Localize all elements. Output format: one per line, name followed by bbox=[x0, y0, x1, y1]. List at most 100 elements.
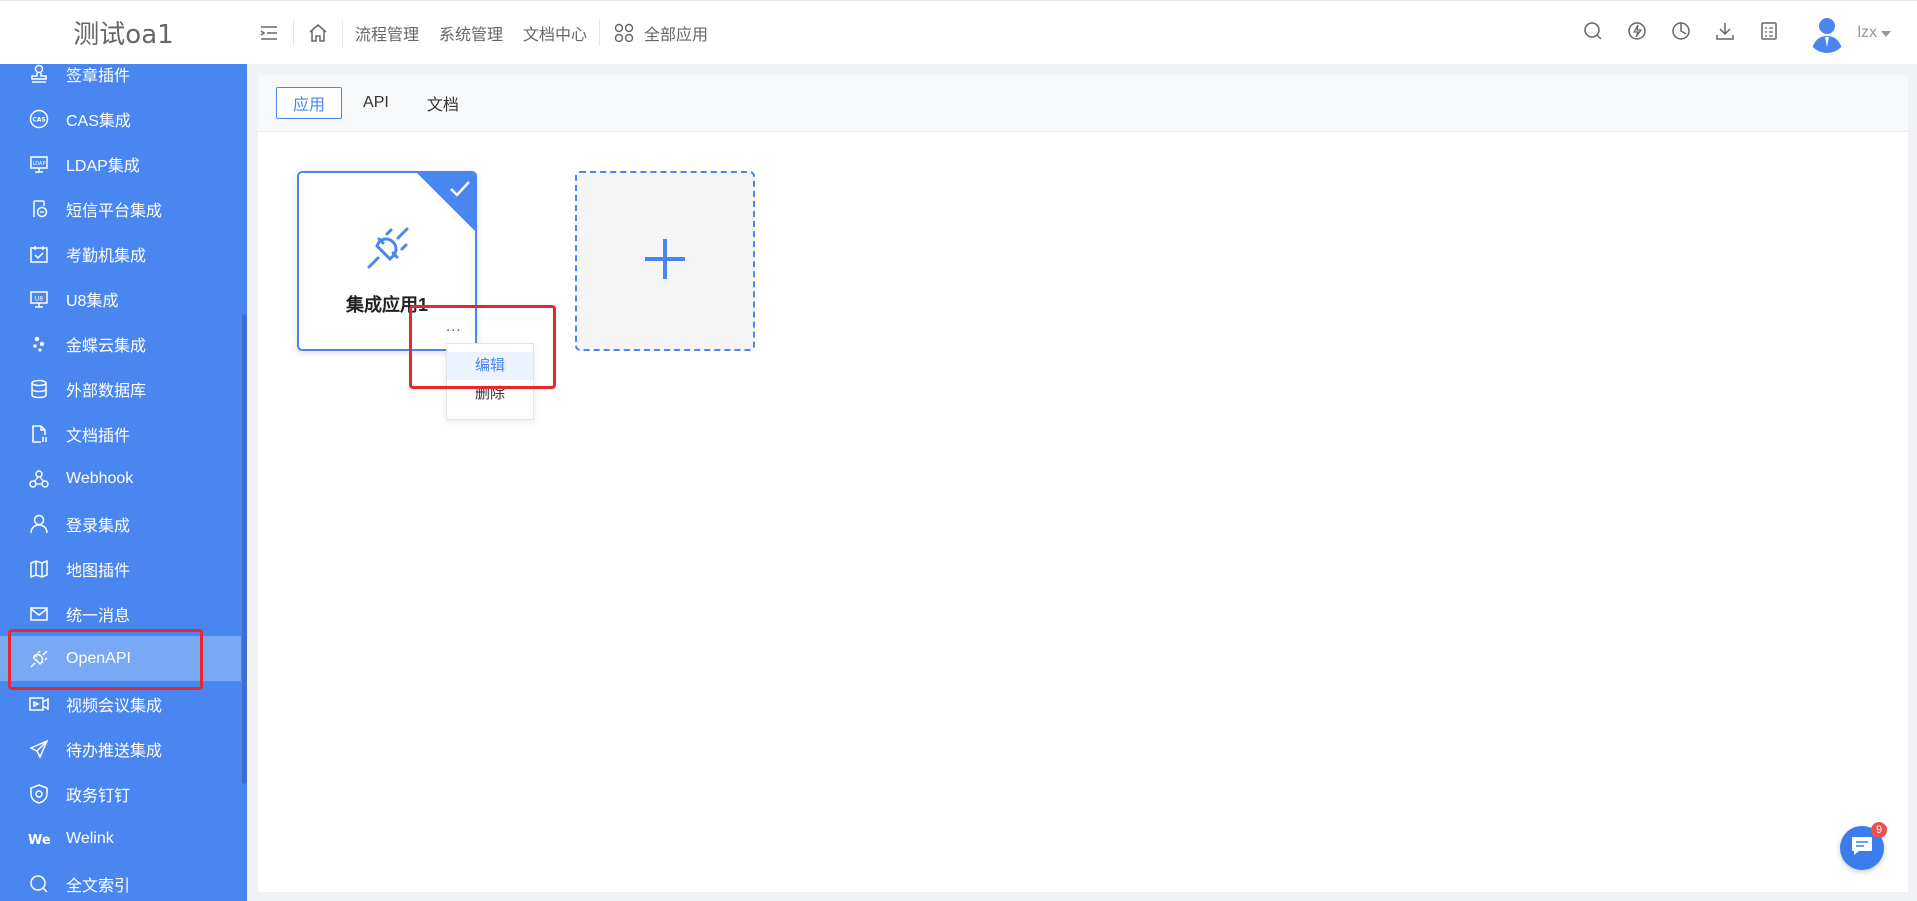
highlight-box-edit bbox=[409, 305, 556, 389]
svg-text:We: We bbox=[28, 833, 50, 848]
sidebar-item-label: 统一消息 bbox=[66, 607, 131, 625]
chat-icon bbox=[1850, 835, 1874, 862]
check-icon bbox=[449, 179, 471, 199]
add-app-button[interactable] bbox=[575, 171, 755, 351]
nav-system-management[interactable]: 系统管理 bbox=[429, 1, 513, 65]
user-name: lzx bbox=[1857, 24, 1877, 41]
chat-button[interactable]: 9 bbox=[1840, 822, 1887, 870]
sidebar-item-label: LDAP集成 bbox=[66, 157, 140, 175]
sidebar-item-label: Welink bbox=[66, 829, 114, 847]
search-icon bbox=[28, 873, 50, 895]
sidebar-item-sms[interactable]: 短信平台集成 bbox=[0, 186, 241, 231]
home-button[interactable] bbox=[296, 1, 340, 65]
sms-icon bbox=[28, 198, 50, 220]
app-logo[interactable]: 测试oa1 bbox=[0, 1, 247, 65]
quick-action-button[interactable] bbox=[1615, 1, 1659, 65]
sidebar-item-label: 考勤机集成 bbox=[66, 247, 147, 265]
download-icon bbox=[1715, 21, 1735, 46]
mail-icon bbox=[28, 603, 50, 625]
nav-flow-management[interactable]: 流程管理 bbox=[345, 1, 429, 65]
main-content: 应用 API 文档 bbox=[258, 75, 1908, 892]
home-icon bbox=[306, 21, 330, 45]
welink-icon: We bbox=[28, 828, 50, 850]
highlight-box-openapi bbox=[8, 629, 203, 690]
sidebar-item-kingdee[interactable]: 金蝶云集成 bbox=[0, 321, 241, 366]
sidebar-item-label: 待办推送集成 bbox=[66, 742, 163, 760]
sidebar-item-label: 短信平台集成 bbox=[66, 202, 163, 220]
nav-all-apps-label: 全部应用 bbox=[644, 26, 709, 44]
cas-icon: CAS bbox=[28, 108, 50, 130]
sidebar-item-label: 登录集成 bbox=[66, 517, 131, 535]
plus-icon bbox=[642, 236, 688, 287]
tab-apps[interactable]: 应用 bbox=[276, 87, 343, 119]
menu-toggle[interactable] bbox=[247, 1, 291, 65]
clock-icon bbox=[1671, 21, 1691, 46]
stamp-icon bbox=[28, 64, 50, 85]
send-icon bbox=[28, 738, 50, 760]
ldap-icon: LDAP bbox=[28, 153, 50, 175]
sidebar-item-label: 政务钉钉 bbox=[66, 787, 131, 805]
calendar-check-icon bbox=[28, 243, 50, 265]
map-icon bbox=[28, 558, 50, 580]
apps-grid-icon bbox=[612, 21, 636, 45]
shield-icon bbox=[28, 783, 50, 805]
database-icon bbox=[28, 378, 50, 400]
lightning-icon bbox=[1627, 21, 1647, 46]
sidebar-item-external-db[interactable]: 外部数据库 bbox=[0, 366, 241, 411]
sidebar-item-u8[interactable]: U8 U8集成 bbox=[0, 276, 241, 321]
sidebar-item-stamp-plugin[interactable]: 签章插件 bbox=[0, 64, 241, 96]
header-divider bbox=[599, 19, 601, 46]
menu-fold-icon bbox=[257, 21, 281, 45]
user-menu[interactable]: lzx bbox=[1857, 24, 1891, 42]
header-divider bbox=[342, 19, 343, 46]
nav-all-apps[interactable]: 全部应用 bbox=[602, 1, 718, 65]
sidebar-item-label: U8集成 bbox=[66, 292, 119, 310]
sidebar-item-label: 外部数据库 bbox=[66, 382, 147, 400]
search-icon bbox=[1583, 21, 1603, 46]
svg-text:U8: U8 bbox=[35, 295, 43, 302]
sidebar-item-label: 签章插件 bbox=[66, 67, 131, 85]
checklist-icon bbox=[1759, 21, 1779, 46]
sidebar-item-webhook[interactable]: Webhook bbox=[0, 456, 241, 501]
sidebar-scrollbar[interactable] bbox=[242, 314, 247, 784]
document-icon bbox=[28, 423, 50, 445]
sidebar-item-ldap[interactable]: LDAP LDAP集成 bbox=[0, 141, 241, 186]
dots-icon bbox=[28, 333, 50, 355]
svg-text:LDAP: LDAP bbox=[33, 161, 46, 167]
plug-icon bbox=[365, 225, 411, 271]
tab-api[interactable]: API bbox=[346, 87, 406, 119]
sidebar-item-label: Webhook bbox=[66, 469, 134, 487]
u8-icon: U8 bbox=[28, 288, 50, 310]
sidebar-item-doc-plugin[interactable]: 文档插件 bbox=[0, 411, 241, 456]
timer-button[interactable] bbox=[1659, 1, 1703, 65]
checklist-button[interactable] bbox=[1747, 1, 1791, 65]
sidebar-item-label: 金蝶云集成 bbox=[66, 337, 147, 355]
caret-down-icon bbox=[1881, 24, 1891, 42]
sidebar-item-label: 全文索引 bbox=[66, 877, 131, 895]
tab-bar: 应用 API 文档 bbox=[258, 75, 1908, 132]
svg-text:CAS: CAS bbox=[32, 116, 45, 123]
nav-document-center[interactable]: 文档中心 bbox=[513, 1, 597, 65]
sidebar-item-label: 文档插件 bbox=[66, 427, 131, 445]
sidebar-item-label: CAS集成 bbox=[66, 112, 131, 130]
notification-badge: 9 bbox=[1871, 822, 1887, 838]
sidebar-item-map[interactable]: 地图插件 bbox=[0, 546, 241, 591]
search-button[interactable] bbox=[1571, 1, 1615, 65]
header-divider bbox=[293, 19, 294, 46]
video-icon bbox=[28, 693, 50, 715]
sidebar-item-attendance[interactable]: 考勤机集成 bbox=[0, 231, 241, 276]
sidebar-item-fulltext-index[interactable]: 全文索引 bbox=[0, 861, 241, 901]
sidebar-item-welink[interactable]: We Welink bbox=[0, 816, 241, 861]
webhook-icon bbox=[28, 468, 50, 490]
sidebar-item-login[interactable]: 登录集成 bbox=[0, 501, 241, 546]
header-right-tools: lzx bbox=[1571, 1, 1917, 65]
user-icon bbox=[28, 513, 50, 535]
sidebar-item-todo-push[interactable]: 待办推送集成 bbox=[0, 726, 241, 771]
avatar[interactable] bbox=[1807, 13, 1848, 53]
sidebar-item-label: 视频会议集成 bbox=[66, 697, 163, 715]
sidebar-item-cas[interactable]: CAS CAS集成 bbox=[0, 96, 241, 141]
download-button[interactable] bbox=[1703, 1, 1747, 65]
top-header: 测试oa1 流程管理 系统管理 文档中心 全部应用 lzx bbox=[0, 0, 1917, 64]
sidebar-item-gov-dingtalk[interactable]: 政务钉钉 bbox=[0, 771, 241, 816]
tab-docs[interactable]: 文档 bbox=[410, 87, 476, 119]
